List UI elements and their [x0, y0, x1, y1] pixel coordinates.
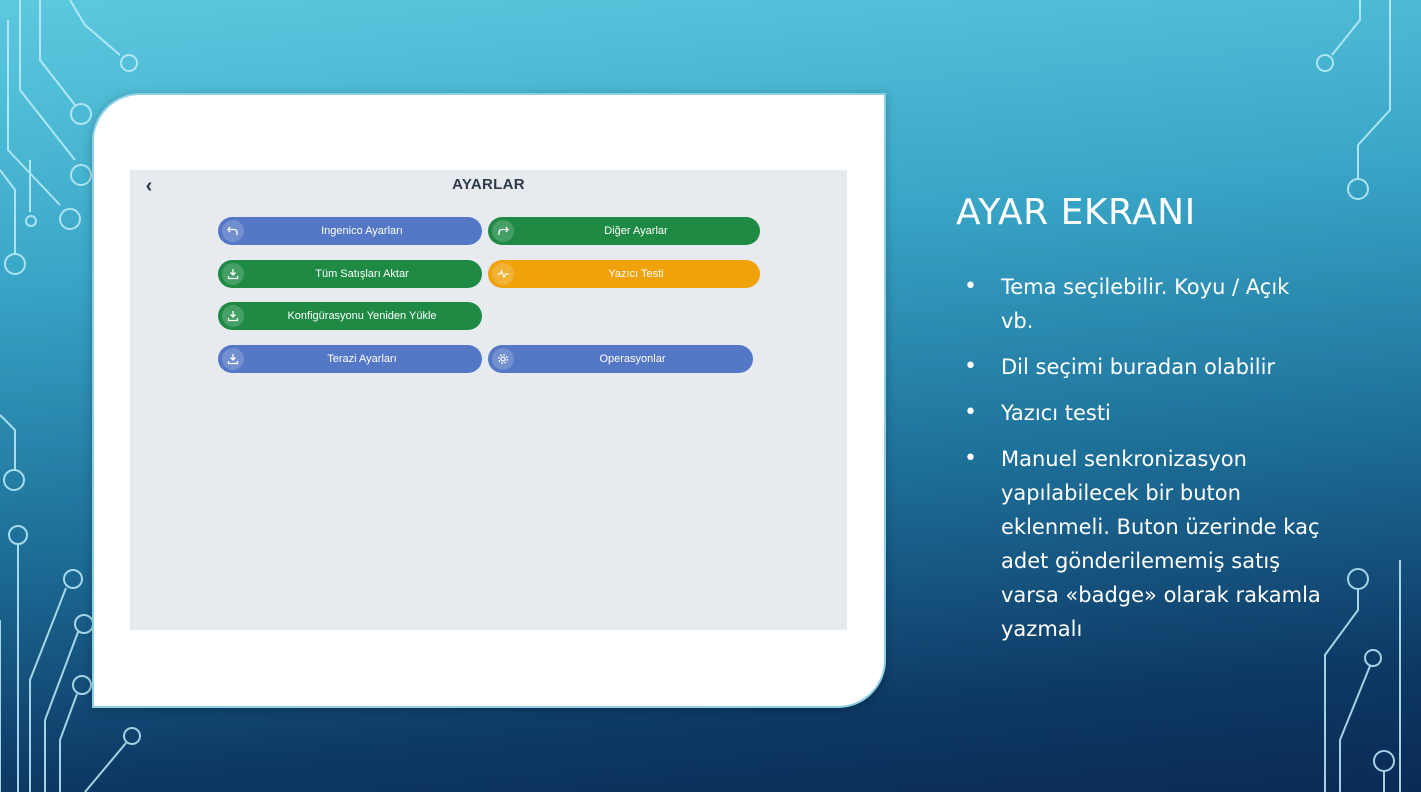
- button-label: Operasyonlar: [599, 353, 666, 365]
- ingenico-settings-button[interactable]: Ingenico Ayarları: [218, 217, 482, 245]
- button-label: Tüm Satışları Aktar: [315, 268, 409, 280]
- gear-icon: [492, 348, 514, 370]
- redo-arrow-icon: [492, 220, 514, 242]
- button-label: Yazıcı Testi: [608, 268, 664, 280]
- pulse-icon: [492, 263, 514, 285]
- transfer-all-sales-button[interactable]: Tüm Satışları Aktar: [218, 260, 482, 288]
- button-label: Ingenico Ayarları: [321, 225, 403, 237]
- operations-button[interactable]: Operasyonlar: [488, 345, 753, 373]
- slide-title: AYAR EKRANI: [956, 192, 1196, 233]
- settings-screen: ‹ AYARLAR Ingenico Ayarları Diğer Ayarla…: [130, 170, 847, 630]
- scale-settings-button[interactable]: Terazi Ayarları: [218, 345, 482, 373]
- undo-arrow-icon: [222, 220, 244, 242]
- bullet-item: Manuel senkronizasyon yapılabilecek bir …: [964, 442, 1324, 646]
- download-icon: [222, 305, 244, 327]
- bullet-item: Dil seçimi buradan olabilir: [964, 350, 1324, 384]
- bullet-list: Tema seçilebilir. Koyu / Açık vb. Dil se…: [964, 270, 1324, 658]
- bullet-item: Yazıcı testi: [964, 396, 1324, 430]
- button-label: Konfigürasyonu Yeniden Yükle: [287, 310, 437, 322]
- bullet-item: Tema seçilebilir. Koyu / Açık vb.: [964, 270, 1324, 338]
- button-label: Terazi Ayarları: [327, 353, 397, 365]
- reload-configuration-button[interactable]: Konfigürasyonu Yeniden Yükle: [218, 302, 482, 330]
- button-label: Diğer Ayarlar: [604, 225, 668, 237]
- download-icon: [222, 263, 244, 285]
- screen-title: AYARLAR: [452, 176, 525, 193]
- download-icon: [222, 348, 244, 370]
- other-settings-button[interactable]: Diğer Ayarlar: [488, 217, 760, 245]
- printer-test-button[interactable]: Yazıcı Testi: [488, 260, 760, 288]
